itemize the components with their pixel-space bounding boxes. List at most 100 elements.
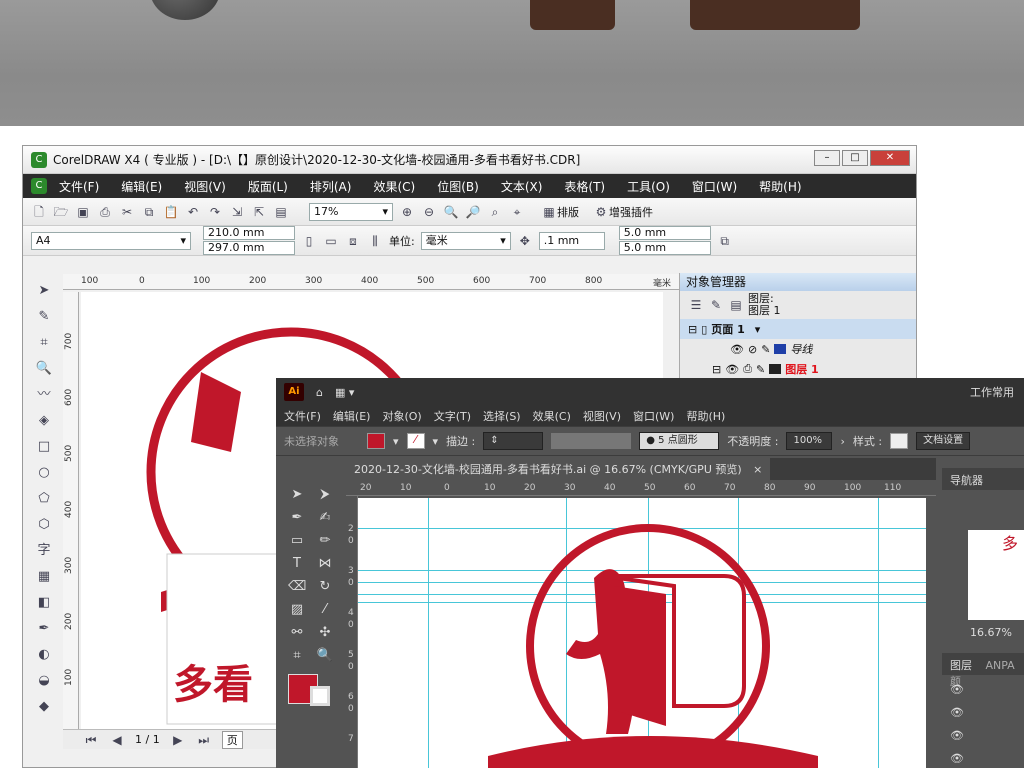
close-tab-icon[interactable]: × [753,463,762,476]
freehand-tool-icon[interactable]: 〰 [34,385,54,405]
pen-tool-icon[interactable]: ✒ [288,509,306,527]
opacity-input[interactable]: 100% [786,432,833,450]
paper-size-select[interactable]: A4 [31,231,191,250]
stroke-swatch[interactable]: ⁄ [406,433,425,449]
print-icon[interactable]: ⎙ [97,204,113,220]
collapse-icon[interactable]: ⊟ [712,363,721,376]
chevron-right-icon[interactable]: › [840,435,844,448]
app-menu-icon[interactable]: C [31,178,47,194]
width-tool-icon[interactable]: ⋈ [316,555,334,573]
rectangle-tool-icon[interactable]: □ [34,437,54,457]
navigator-header[interactable]: 导航器 [942,468,1024,490]
close-button[interactable]: ✕ [870,150,910,166]
symbol-tool-icon[interactable]: ✣ [316,624,334,642]
nudge-input[interactable]: .1 mm [538,231,605,250]
blend-tool-icon[interactable]: ⚯ [288,624,306,642]
brush-select[interactable]: ● 5 点圆形 [639,432,720,450]
zoom-all-icon[interactable]: 🔎 [465,204,481,220]
crop-tool-icon[interactable]: ⌗ [34,333,54,353]
menu-arrange[interactable]: 排列(A) [310,178,352,195]
ellipse-tool-icon[interactable]: ○ [34,463,54,483]
ai-menu-type[interactable]: 文字(T) [434,408,471,424]
page-tab[interactable]: 页 [221,730,243,749]
export-icon[interactable]: ⇱ [251,204,267,220]
basic-shapes-icon[interactable]: ⬡ [34,515,54,535]
eye-icon[interactable]: 👁 [950,683,1024,696]
zoom-width-icon[interactable]: ⌖ [509,204,525,220]
all-pages-icon[interactable]: ⧈ [345,233,361,249]
interactive-fill-icon[interactable]: ◆ [34,697,54,717]
menu-effects[interactable]: 效果(C) [373,178,415,195]
last-page-icon[interactable]: ⏭ [196,732,212,748]
menu-table[interactable]: 表格(T) [564,178,605,195]
pencil-tool-icon[interactable]: ✏ [316,532,334,550]
outline-tool-icon[interactable]: ◐ [34,645,54,665]
dup-y-input[interactable]: 5.0 mm [618,241,711,255]
polygon-tool-icon[interactable]: ⬠ [34,489,54,509]
ai-menu-file[interactable]: 文件(F) [284,408,321,424]
rectangle-tool-icon[interactable]: ▭ [288,532,306,550]
first-page-icon[interactable]: ⏮ [83,732,99,748]
interactive-tool-icon[interactable]: ◧ [34,593,54,613]
pick-tool-icon[interactable]: ➤ [34,281,54,301]
shape-tool-icon[interactable]: ✎ [34,307,54,327]
navigator-thumbnail[interactable]: 多 [968,530,1024,620]
cut-icon[interactable]: ✂ [119,204,135,220]
unit-select[interactable]: 毫米 [420,231,511,250]
eye-icon[interactable]: 👁 [950,752,1024,765]
menu-view[interactable]: 视图(V) [184,178,226,195]
eraser-tool-icon[interactable]: ⌫ [288,578,306,596]
page-height-input[interactable]: 297.0 mm [203,241,295,255]
landscape-icon[interactable]: ▭ [323,233,339,249]
minimize-button[interactable]: – [814,150,840,166]
home-icon[interactable]: ⌂ [316,386,323,399]
layers-icon[interactable]: ☰ [688,297,704,313]
eye-icon[interactable]: 👁 [950,729,1024,742]
eye-icon[interactable]: 👁 [950,706,1024,719]
fill-swatch[interactable] [367,433,385,449]
paste-icon[interactable]: 📋 [163,204,179,220]
navigator-zoom[interactable]: 16.67% [942,620,1024,639]
selection-tool-icon[interactable]: ➤ [288,486,306,504]
document-tab[interactable]: 2020-12-30-文化墙-校园通用-多看书看好书.ai @ 16.67% (… [346,458,771,480]
curvature-tool-icon[interactable]: ✍ [316,509,334,527]
smart-fill-icon[interactable]: ◈ [34,411,54,431]
zoom-out-icon[interactable]: ⊖ [421,204,437,220]
layer-manager-icon[interactable]: ▤ [728,297,744,313]
zoom-in-icon[interactable]: ⊕ [399,204,415,220]
menu-text[interactable]: 文本(X) [501,178,543,195]
text-tool-icon[interactable]: 字 [34,541,54,561]
fill-tool-icon[interactable]: ◒ [34,671,54,691]
eyedropper-tool-icon[interactable]: ✒ [34,619,54,639]
ai-menu-edit[interactable]: 编辑(E) [333,408,371,424]
portrait-icon[interactable]: ▯ [301,233,317,249]
artboard-tool-icon[interactable]: ⌗ [288,647,306,665]
chevron-down-icon[interactable]: ▾ [393,435,399,448]
no-print-icon[interactable]: ⊘ [748,343,757,356]
pencil-icon[interactable]: ✎ [756,363,765,376]
ai-menu-effect[interactable]: 效果(C) [533,408,571,424]
print-icon[interactable]: ⎙ [743,362,752,376]
redo-icon[interactable]: ↷ [207,204,223,220]
page-row[interactable]: ⊟ ▯ 页面 1 [680,319,916,339]
document-setup-button[interactable]: 文档设置 [916,432,971,450]
arrange-documents-icon[interactable]: ▦ ▾ [335,386,354,399]
stroke-weight-input[interactable]: ⇕ [483,432,544,450]
collapse-icon[interactable]: ⊟ [688,323,697,336]
type-tool-icon[interactable]: T [288,555,306,573]
menu-bitmaps[interactable]: 位图(B) [437,178,479,195]
stroke-color-box[interactable] [310,686,330,706]
tab-layers[interactable]: 图层 [950,659,972,672]
menu-window[interactable]: 窗口(W) [692,178,737,195]
zoom-tool-icon[interactable]: 🔍 [34,359,54,379]
menu-tools[interactable]: 工具(O) [627,178,670,195]
maximize-button[interactable]: □ [842,150,868,166]
dup-x-input[interactable]: 5.0 mm [618,226,711,240]
units-toggle-icon[interactable]: ⧉ [717,233,733,249]
ai-artboard[interactable] [358,498,926,768]
rotate-tool-icon[interactable]: ↻ [316,578,334,596]
variable-width-profile[interactable] [551,433,632,449]
layer1-row[interactable]: ⊟ 👁 ⎙ ✎ 图层 1 [680,359,916,379]
page-width-input[interactable]: 210.0 mm [203,226,295,240]
arrange-button[interactable]: ▦ 排版 [541,204,579,220]
